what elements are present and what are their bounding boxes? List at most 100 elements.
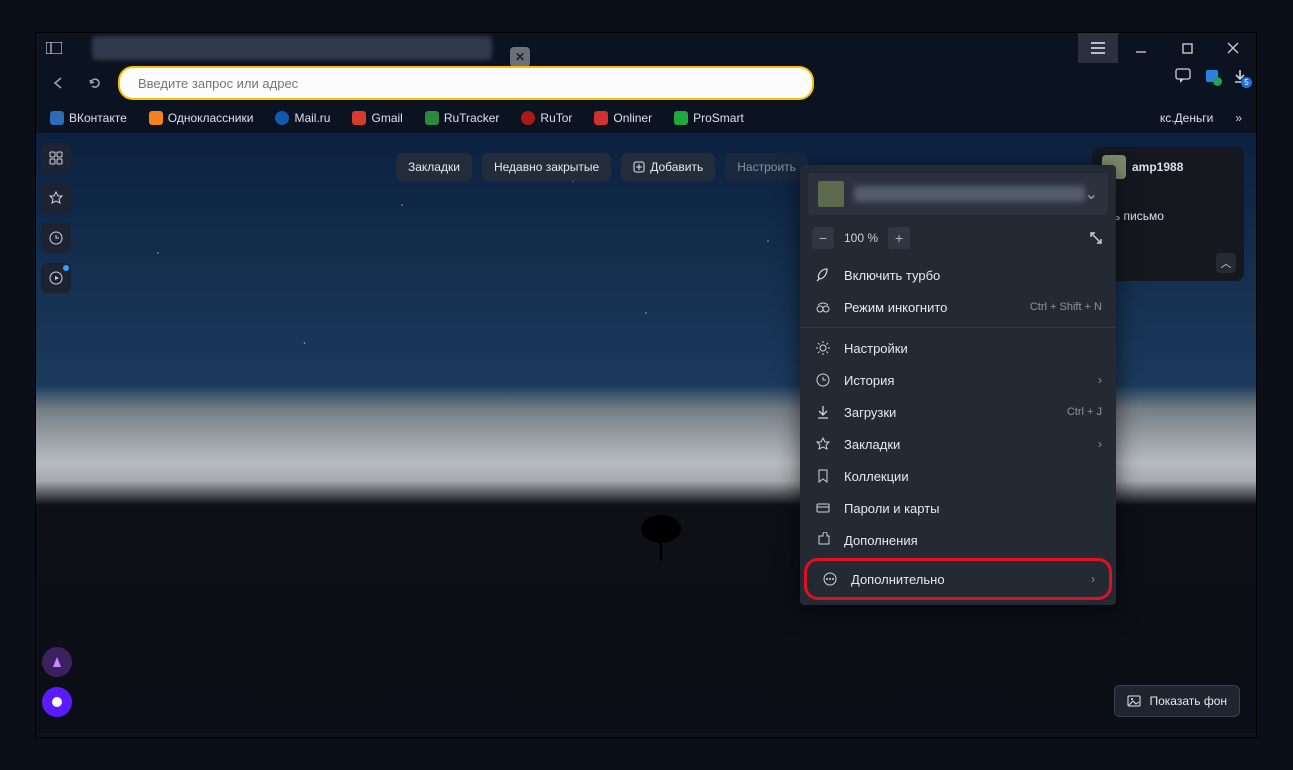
browser-tab[interactable] <box>92 36 492 60</box>
bookmark-rutracker[interactable]: RuTracker <box>425 111 500 125</box>
show-background-label: Показать фон <box>1149 694 1227 708</box>
bookmark-label: Mail.ru <box>294 111 330 125</box>
menu-item-label: Настройки <box>844 341 908 356</box>
bookmark-mailru[interactable]: Mail.ru <box>275 111 330 125</box>
bookmark-yandex-money[interactable]: кс.Деньги <box>1160 111 1213 125</box>
chip-label: Настроить <box>737 160 796 174</box>
widget-username: amp1988 <box>1132 160 1183 174</box>
chip-label: Закладки <box>408 160 460 174</box>
show-background-button[interactable]: Показать фон <box>1114 685 1240 717</box>
wallpaper-tree-silhouette <box>631 513 691 563</box>
more-icon <box>821 571 839 587</box>
download-icon <box>814 404 832 420</box>
menu-item-bookmarks[interactable]: Закладки › <box>800 428 1116 460</box>
menu-item-history[interactable]: История › <box>800 364 1116 396</box>
chevron-right-icon: › <box>1098 437 1102 451</box>
menu-item-label: Загрузки <box>844 405 896 420</box>
incognito-icon <box>814 299 832 315</box>
bookmark-label: RuTor <box>540 111 572 125</box>
fullscreen-button[interactable] <box>1088 230 1104 246</box>
chip-configure[interactable]: Настроить <box>725 153 808 181</box>
menu-item-shortcut: Ctrl + J <box>1067 406 1102 418</box>
feedback-icon[interactable] <box>1174 67 1192 85</box>
bookmark-label: кс.Деньги <box>1160 111 1213 125</box>
star-icon <box>814 436 832 452</box>
bookmark-odnoklassniki[interactable]: Одноклассники <box>149 111 254 125</box>
menu-item-passwords[interactable]: Пароли и карты <box>800 492 1116 524</box>
bookmark-onliner[interactable]: Onliner <box>594 111 652 125</box>
bookmark-prosmart[interactable]: ProSmart <box>674 111 744 125</box>
menu-item-more-highlighted: Дополнительно › <box>804 558 1112 600</box>
address-bar[interactable] <box>118 66 814 100</box>
titlebar: ✕ <box>36 33 1256 63</box>
menu-item-settings[interactable]: Настройки <box>800 327 1116 364</box>
chevron-right-icon: › <box>1098 373 1102 387</box>
menu-item-label: Режим инкогнито <box>844 300 947 315</box>
collections-shortcut-icon[interactable] <box>1204 68 1220 84</box>
main-menu: ⌄ − 100 % + Включить турбо Режим инкогни… <box>800 165 1116 605</box>
bookmarks-overflow-icon[interactable]: » <box>1235 111 1242 125</box>
plus-box-icon <box>633 161 645 173</box>
menu-item-label: Закладки <box>844 437 900 452</box>
menu-zoom-row: − 100 % + <box>800 221 1116 259</box>
chip-recent[interactable]: Недавно закрытые <box>482 153 611 181</box>
sidebar-toggle-icon[interactable] <box>36 42 72 54</box>
menu-item-label: Дополнительно <box>851 572 945 587</box>
profile-name-blurred <box>854 186 1085 202</box>
bookmark-label: Gmail <box>371 111 402 125</box>
zoom-out-button[interactable]: − <box>812 227 834 249</box>
image-icon <box>1127 695 1141 707</box>
menu-item-downloads[interactable]: Загрузки Ctrl + J <box>800 396 1116 428</box>
menu-item-more[interactable]: Дополнительно › <box>807 561 1109 597</box>
widget-action[interactable]: ать письмо <box>1102 209 1234 223</box>
gear-icon <box>814 340 832 356</box>
menu-item-label: Пароли и карты <box>844 501 940 516</box>
menu-item-label: Коллекции <box>844 469 909 484</box>
zoom-value: 100 % <box>844 231 878 245</box>
main-menu-button[interactable] <box>1078 33 1118 63</box>
widget-count: 30 <box>1102 187 1234 201</box>
menu-item-label: История <box>844 373 894 388</box>
bookmark-label: Одноклассники <box>168 111 254 125</box>
widget-collapse-icon[interactable]: ︿ <box>1216 253 1236 273</box>
bookmark-label: ProSmart <box>693 111 744 125</box>
bookmark-vkontakte[interactable]: ВКонтакте <box>50 111 127 125</box>
toolbar: 5 <box>36 63 1256 103</box>
menu-item-turbo[interactable]: Включить турбо <box>800 259 1116 291</box>
reload-button[interactable] <box>82 70 108 96</box>
bookmark-label: Onliner <box>613 111 652 125</box>
zoom-in-button[interactable]: + <box>888 227 910 249</box>
downloads-icon[interactable]: 5 <box>1232 68 1248 84</box>
bookmarks-bar: ВКонтакте Одноклассники Mail.ru Gmail Ru… <box>36 103 1256 133</box>
chevron-down-icon: ⌄ <box>1085 184 1098 204</box>
menu-item-incognito[interactable]: Режим инкогнито Ctrl + Shift + N <box>800 291 1116 323</box>
apps-button[interactable] <box>42 647 72 677</box>
media-button[interactable] <box>41 263 71 293</box>
chip-label: Недавно закрытые <box>494 160 599 174</box>
address-input[interactable] <box>136 75 796 92</box>
back-button[interactable] <box>46 70 72 96</box>
bookmark-gmail[interactable]: Gmail <box>352 111 402 125</box>
flag-icon <box>814 468 832 484</box>
menu-profile-row[interactable]: ⌄ <box>808 173 1108 215</box>
chip-add[interactable]: Добавить <box>621 153 715 181</box>
bookmark-rutor[interactable]: RuTor <box>521 111 572 125</box>
window-maximize-button[interactable] <box>1164 33 1210 63</box>
history-icon <box>814 372 832 388</box>
menu-item-shortcut: Ctrl + Shift + N <box>1030 301 1102 313</box>
history-button[interactable] <box>41 223 71 253</box>
bookmark-label: RuTracker <box>444 111 500 125</box>
window-close-button[interactable] <box>1210 33 1256 63</box>
rocket-icon <box>814 267 832 283</box>
menu-item-label: Включить турбо <box>844 268 940 283</box>
menu-item-addons[interactable]: Дополнения <box>800 524 1116 556</box>
puzzle-icon <box>814 532 832 548</box>
window-minimize-button[interactable] <box>1118 33 1164 63</box>
chevron-right-icon: › <box>1091 572 1095 586</box>
tableau-button[interactable] <box>41 143 71 173</box>
menu-item-collections[interactable]: Коллекции <box>800 460 1116 492</box>
favorites-button[interactable] <box>41 183 71 213</box>
alice-button[interactable] <box>42 687 72 717</box>
chip-bookmarks[interactable]: Закладки <box>396 153 472 181</box>
card-icon <box>814 500 832 516</box>
